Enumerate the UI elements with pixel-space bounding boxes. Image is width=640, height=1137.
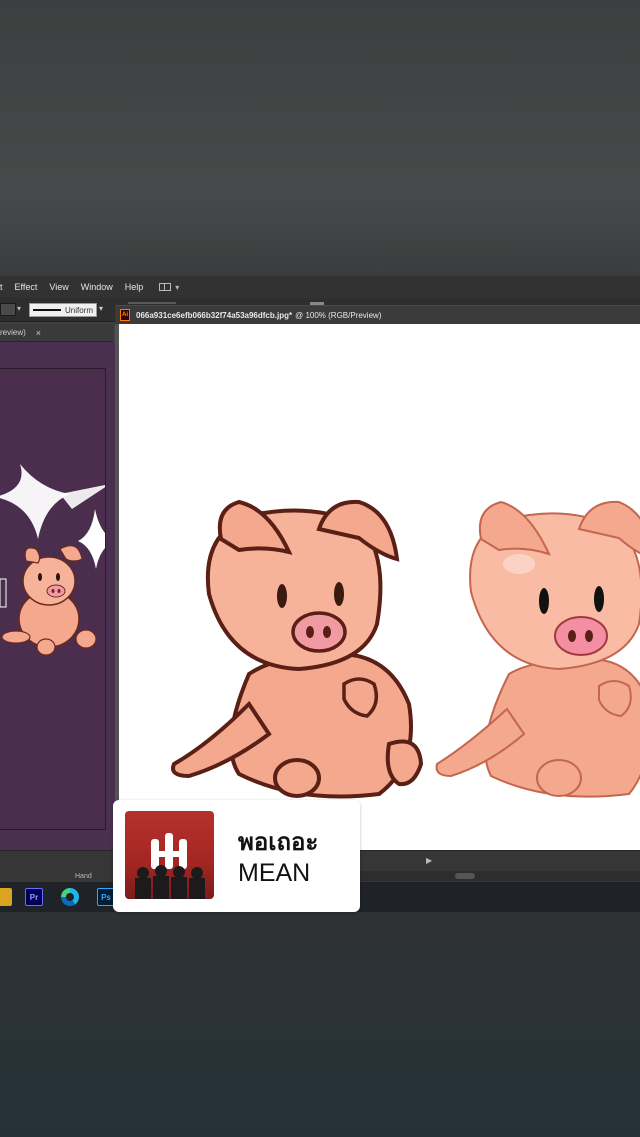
artboard-nav-next-icon[interactable]: ▶ (426, 856, 432, 865)
menu-bar: t Effect View Window Help ▾ (0, 276, 640, 298)
workspace-grid-icon (159, 283, 172, 291)
pig-small-illustration (1, 545, 97, 656)
album-cover (125, 811, 214, 899)
workspace-switcher[interactable]: ▾ (159, 283, 179, 292)
menu-item-window[interactable]: Window (75, 282, 119, 292)
canvas-artwork (171, 499, 640, 799)
album-band-members (135, 865, 205, 899)
close-icon[interactable]: × (36, 328, 41, 338)
left-artboard-artwork (0, 464, 105, 656)
device-screen-top (0, 0, 640, 276)
chevron-down-icon[interactable]: ▾ (99, 304, 103, 313)
album-cover-art (135, 833, 205, 899)
pig-outlined-illustration (171, 499, 424, 799)
left-document-tab-label: review) (0, 328, 26, 337)
chevron-down-icon: ▾ (175, 282, 180, 292)
scrollbar-thumb[interactable] (455, 873, 475, 879)
file-explorer-icon[interactable] (0, 888, 12, 906)
main-canvas[interactable] (119, 324, 640, 853)
premiere-pro-icon[interactable]: Pr (25, 888, 43, 906)
chevron-down-icon[interactable]: ▾ (17, 304, 21, 313)
sparkle-shape (0, 464, 70, 539)
stroke-profile-label: Uniform (64, 305, 93, 315)
sparkle-shape (60, 485, 105, 509)
control-bar-divider (128, 302, 176, 304)
menu-item-view[interactable]: View (43, 282, 74, 292)
tab-main-document[interactable]: Ai 066a931ce6efb066b32f74a53a96dfcb.jpg*… (115, 305, 640, 324)
current-tool-label: Hand (75, 873, 92, 880)
album-logo-bar (151, 839, 159, 869)
edge-browser-icon[interactable] (61, 888, 79, 906)
document-zoom-mode: @ 100% (RGB/Preview) (295, 310, 382, 320)
menu-item-effect[interactable]: Effect (9, 282, 44, 292)
music-sticker[interactable]: พอเถอะ MEAN (113, 800, 360, 912)
song-title: พอเถอะ (238, 829, 319, 856)
horizontal-scrollbar[interactable] (360, 871, 640, 881)
pig-rendered-illustration (435, 500, 640, 798)
tab-left-document[interactable]: review) × (0, 324, 113, 342)
album-logo-bar (179, 839, 187, 869)
sparkle-shape (78, 509, 105, 569)
stroke-line-preview (33, 309, 61, 311)
illustrator-doc-icon: Ai (120, 309, 130, 321)
menu-item-object-partial[interactable]: t (0, 282, 9, 292)
left-artboard[interactable] (0, 368, 106, 830)
album-logo-bar (159, 851, 179, 857)
stroke-profile-select[interactable]: Uniform (29, 303, 97, 317)
document-filename: 066a931ce6efb066b32f74a53a96dfcb.jpg* (136, 310, 293, 320)
menu-item-help[interactable]: Help (119, 282, 150, 292)
song-artist: MEAN (238, 859, 311, 887)
stroke-weight-field[interactable] (0, 303, 16, 316)
